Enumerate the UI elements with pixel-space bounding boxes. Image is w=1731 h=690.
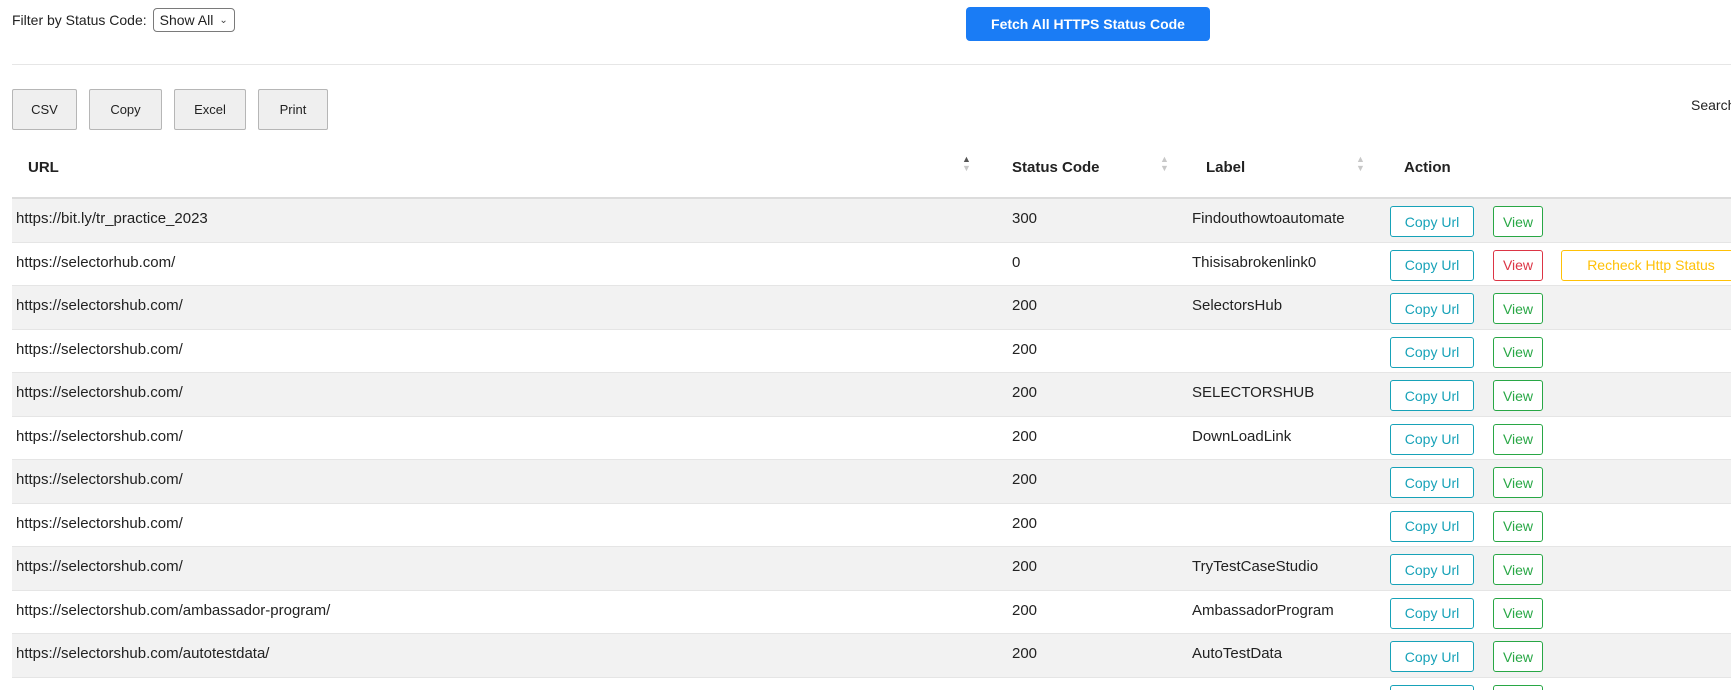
status-code-cell: 200 xyxy=(1012,514,1038,532)
table-row: https://selectorshub.com/200 Copy Url View xyxy=(12,329,1731,373)
filter-label: Filter by Status Code: xyxy=(12,12,147,28)
url-cell: https://selectorshub.com/autotestdata/ xyxy=(16,645,270,662)
copy-url-button[interactable]: Copy Url xyxy=(1390,293,1474,324)
table-body: https://bit.ly/tr_practice_2023 300 Findou… xyxy=(12,199,1731,690)
label-cell: Findouthowtoautomate xyxy=(1192,210,1345,227)
view-button[interactable]: View xyxy=(1493,510,1543,542)
view-button[interactable]: View xyxy=(1493,684,1543,690)
table-row: https://selectorshub.com/autotestdata/20… xyxy=(12,634,1731,678)
view-button[interactable]: View xyxy=(1493,554,1543,585)
url-cell: https://selectorshub.com/ambassador-prog… xyxy=(16,601,331,619)
url-cell: https://selectorshub.com/ xyxy=(16,514,183,532)
copy-url-button[interactable]: Copy Url xyxy=(1390,684,1474,690)
label-cell: TryTestCaseStudio xyxy=(1192,558,1319,575)
url-cell: https://selectorshub.com/ xyxy=(16,297,183,314)
label-cell: SelectorsHub xyxy=(1192,297,1283,314)
label-cell: AutoTestData xyxy=(1192,645,1283,662)
table-row: https://selectorhub.com/0 Thisisabrokenli… xyxy=(12,242,1731,286)
view-button[interactable]: View xyxy=(1493,641,1543,672)
status-code-cell: 200 xyxy=(1012,601,1038,619)
table-row: https://bit.ly/tr_practice_2023 300 Findou… xyxy=(12,199,1731,243)
label-cell: DownLoadLink xyxy=(1192,427,1292,445)
copy-url-button[interactable]: Copy Url xyxy=(1390,336,1474,368)
table-row: https://selectorshub.com/200 SELECTORSHUB… xyxy=(12,373,1731,417)
view-button[interactable]: View xyxy=(1493,597,1543,629)
sort-icon[interactable]: ▲ ▼ xyxy=(962,155,971,173)
view-button[interactable]: View xyxy=(1493,336,1543,368)
view-button[interactable]: View xyxy=(1493,293,1543,324)
copy-url-button[interactable]: Copy Url xyxy=(1390,641,1474,672)
view-button[interactable]: View xyxy=(1493,380,1543,411)
status-code-cell: 200 xyxy=(1012,558,1038,575)
status-code-cell: 300 xyxy=(1012,210,1038,227)
filter-selected-value: Show All xyxy=(159,12,214,28)
status-code-cell: 200 xyxy=(1012,645,1038,662)
view-button[interactable]: View xyxy=(1493,249,1543,281)
column-header-status-code[interactable]: Status Code xyxy=(1012,159,1100,176)
status-code-cell: 200 xyxy=(1012,384,1038,401)
table-header: URL ▲ ▼ Status Code ▲ ▼ Label ▲ ▼ Action xyxy=(12,137,1731,199)
url-cell: https://selectorshub.com/ xyxy=(16,471,183,488)
url-cell: https://selectorshub.com/ xyxy=(16,558,183,575)
column-header-action: Action xyxy=(1404,159,1451,176)
copy-url-button[interactable]: Copy Url xyxy=(1390,380,1474,411)
fetch-all-status-button[interactable]: Fetch All HTTPS Status Code xyxy=(966,7,1210,41)
column-header-label[interactable]: Label xyxy=(1206,159,1245,176)
export-toolbar: CSV Copy Excel Print xyxy=(12,89,328,130)
url-cell: https://selectorshub.com/ xyxy=(16,340,183,358)
column-header-url[interactable]: URL xyxy=(28,159,59,176)
print-button[interactable]: Print xyxy=(258,89,328,130)
status-code-page: Filter by Status Code: Show All ⌄ Fetch … xyxy=(0,0,1731,690)
table-row: https://selectorshub.com/200 TryTestCaseS… xyxy=(12,547,1731,591)
sort-icon[interactable]: ▲ ▼ xyxy=(1160,155,1169,173)
url-cell: https://selectorhub.com/ xyxy=(16,253,176,271)
table-row: https://selectorshub.com/autotestdata/20… xyxy=(12,677,1731,690)
csv-button[interactable]: CSV xyxy=(12,89,77,130)
status-code-cell: 200 xyxy=(1012,340,1038,358)
status-code-cell: 200 xyxy=(1012,297,1038,314)
results-table: URL ▲ ▼ Status Code ▲ ▼ Label ▲ ▼ Action ht… xyxy=(12,137,1731,690)
sort-icon[interactable]: ▲ ▼ xyxy=(1356,155,1365,173)
divider xyxy=(12,64,1731,65)
copy-button[interactable]: Copy xyxy=(89,89,162,130)
table-row: https://selectorshub.com/200 DownLoadLink… xyxy=(12,416,1731,460)
search-label: Search xyxy=(1691,97,1731,113)
status-filter: Filter by Status Code: Show All ⌄ xyxy=(12,8,235,32)
url-cell: https://selectorshub.com/ xyxy=(16,427,183,445)
table-row: https://selectorshub.com/200 SelectorsHub… xyxy=(12,286,1731,330)
chevron-down-icon: ⌄ xyxy=(219,14,228,26)
url-cell: https://bit.ly/tr_practice_2023 xyxy=(16,210,208,227)
copy-url-button[interactable]: Copy Url xyxy=(1390,554,1474,585)
status-code-cell: 200 xyxy=(1012,427,1038,445)
recheck-http-status-button[interactable]: Recheck Http Status xyxy=(1561,249,1731,281)
status-filter-select[interactable]: Show All ⌄ xyxy=(152,8,235,32)
copy-url-button[interactable]: Copy Url xyxy=(1390,597,1474,629)
status-code-cell: 0 xyxy=(1012,253,1021,271)
view-button[interactable]: View xyxy=(1493,423,1543,455)
label-cell: AmbassadorProgram xyxy=(1192,601,1334,619)
status-code-cell: 200 xyxy=(1012,471,1038,488)
view-button[interactable]: View xyxy=(1493,206,1543,237)
table-row: https://selectorshub.com/ambassador-prog… xyxy=(12,590,1731,634)
copy-url-button[interactable]: Copy Url xyxy=(1390,467,1474,498)
table-row: https://selectorshub.com/200 Copy Url View xyxy=(12,460,1731,504)
label-cell: SELECTORSHUB xyxy=(1192,384,1315,401)
copy-url-button[interactable]: Copy Url xyxy=(1390,510,1474,542)
copy-url-button[interactable]: Copy Url xyxy=(1390,423,1474,455)
table-row: https://selectorshub.com/200 Copy Url View xyxy=(12,503,1731,547)
excel-button[interactable]: Excel xyxy=(174,89,246,130)
copy-url-button[interactable]: Copy Url xyxy=(1390,206,1474,237)
label-cell: Thisisabrokenlink0 xyxy=(1192,253,1317,271)
url-cell: https://selectorshub.com/ xyxy=(16,384,183,401)
view-button[interactable]: View xyxy=(1493,467,1543,498)
copy-url-button[interactable]: Copy Url xyxy=(1390,249,1474,281)
